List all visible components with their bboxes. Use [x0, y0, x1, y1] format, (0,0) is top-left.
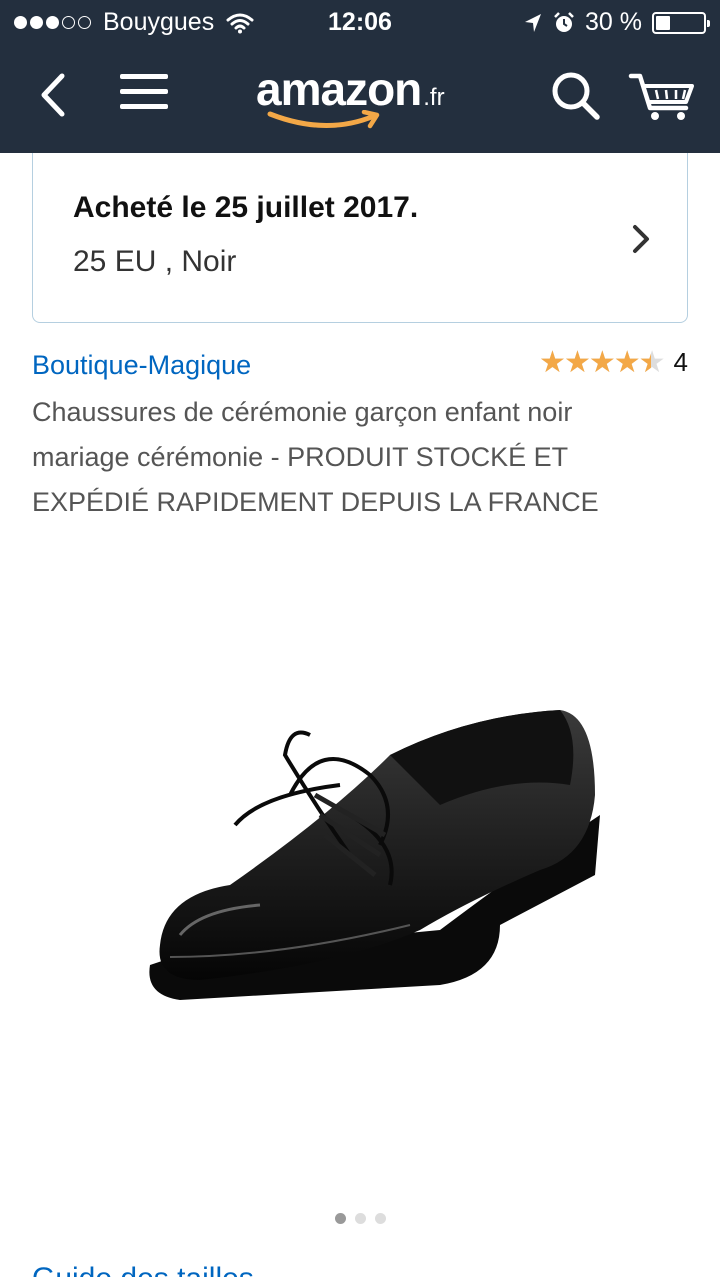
product-image[interactable]: [140, 695, 610, 1025]
rating-count: 4: [673, 347, 688, 377]
image-carousel-dots[interactable]: [0, 1213, 720, 1224]
carousel-dot[interactable]: [334, 1213, 346, 1224]
battery-percent: 30 %: [585, 8, 642, 36]
cart-icon[interactable]: [628, 68, 698, 124]
carousel-dot[interactable]: [354, 1213, 366, 1224]
purchase-date: Acheté le 25 juillet 2017.: [73, 191, 419, 224]
star-rating[interactable]: ★★★★★ ★★★★★ 4: [539, 347, 688, 378]
battery-icon: [652, 11, 710, 34]
back-icon[interactable]: [30, 68, 74, 122]
amazon-logo[interactable]: amazon.fr: [256, 62, 476, 129]
brand-link[interactable]: Boutique-Magique: [32, 350, 251, 381]
product-title: Chaussures de cérémonie garçon enfant no…: [32, 397, 599, 517]
stars-icon: ★★★★★ ★★★★★: [539, 345, 665, 379]
status-bar: Bouygues 12:06 30 %: [0, 0, 720, 46]
logo-smile-icon: [267, 110, 380, 129]
purchase-history-card[interactable]: Acheté le 25 juillet 2017. 25 EU , Noir: [32, 153, 688, 323]
app-header: Bouygues 12:06 30 % amazon.fr: [0, 0, 720, 153]
chevron-right-icon: [633, 225, 649, 253]
search-icon[interactable]: [548, 68, 604, 124]
location-arrow-icon: [525, 13, 542, 32]
purchase-variant: 25 EU , Noir: [73, 245, 237, 278]
size-guide-link[interactable]: Guide des tailles: [32, 1262, 254, 1277]
carousel-dot[interactable]: [374, 1213, 386, 1224]
menu-icon[interactable]: [120, 74, 168, 114]
nav-bar: amazon.fr: [0, 46, 720, 153]
alarm-icon: [554, 11, 574, 32]
